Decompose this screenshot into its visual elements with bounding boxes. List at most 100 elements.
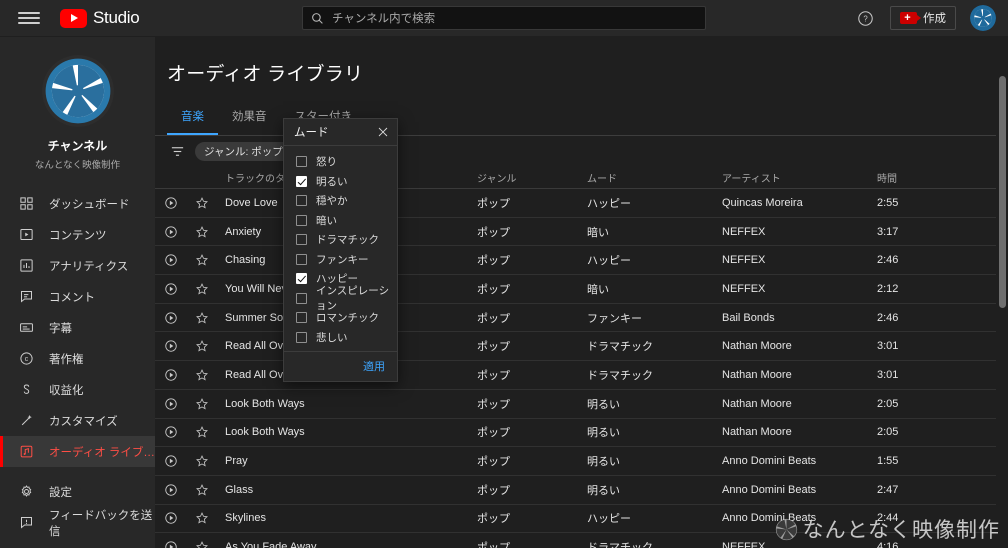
table-row[interactable]: Glassポップ明るいAnno Domini Beats2:472022年6月 [155,476,1008,505]
track-duration: 2:12 [877,282,899,295]
track-duration: 4:16 [877,541,899,548]
apply-button[interactable]: 適用 [363,358,385,374]
header-genre[interactable]: ジャンル [477,170,587,185]
play-circle-icon[interactable] [155,454,187,468]
table-row[interactable]: As You Fade AwayポップドラマチックNEFFEX4:162022年… [155,533,1008,548]
subtitles-icon [18,319,35,336]
table-row[interactable]: Look Both Waysポップ明るいNathan Moore2:052022… [155,390,1008,419]
sidebar-item-dashboard[interactable]: ダッシュボード [0,188,155,219]
play-circle-icon[interactable] [155,311,187,325]
play-circle-icon[interactable] [155,253,187,267]
page-scrollbar[interactable] [996,74,1008,548]
star-outline-icon[interactable] [187,282,217,296]
star-outline-icon[interactable] [187,454,217,468]
track-artist: Nathan Moore [722,426,792,439]
star-outline-icon[interactable] [187,311,217,325]
mood-option-checkbox[interactable] [296,195,307,207]
sidebar-item-monetization[interactable]: 収益化 [0,374,155,405]
track-artist: Nathan Moore [722,340,792,353]
header-duration[interactable]: 時間 [877,170,997,185]
help-circle-icon[interactable]: ? [854,7,876,29]
track-duration: 3:01 [877,340,899,353]
mood-option[interactable]: 穏やか [284,191,397,211]
hamburger-icon[interactable] [18,7,40,29]
track-title: Look Both Ways [225,397,305,410]
mood-option-checkbox[interactable] [296,234,307,246]
mood-option[interactable]: 明るい [284,172,397,192]
mood-option-checkbox[interactable] [296,253,307,265]
close-icon[interactable] [376,126,389,139]
play-circle-icon[interactable] [155,225,187,239]
play-circle-icon[interactable] [155,511,187,525]
star-outline-icon[interactable] [187,339,217,353]
mood-option-checkbox[interactable] [296,312,307,324]
play-circle-icon[interactable] [155,196,187,210]
sidebar-item-analytics[interactable]: アナリティクス [0,250,155,281]
mood-option-checkbox[interactable] [296,156,307,168]
sidebar-item-subtitles[interactable]: 字幕 [0,312,155,343]
play-circle-icon[interactable] [155,397,187,411]
mood-option[interactable]: 悲しい [284,328,397,348]
play-circle-icon[interactable] [155,540,187,548]
table-row[interactable]: SkylinesポップハッピーAnno Domini Beats2:442022… [155,505,1008,534]
sidebar-item-comments[interactable]: コメント [0,281,155,312]
track-duration: 2:46 [877,311,899,324]
studio-brand-logo[interactable]: Studio [60,8,140,28]
mood-option[interactable]: 暗い [284,211,397,231]
avatar[interactable] [970,5,996,31]
header-artist[interactable]: アーティスト [722,170,877,185]
mood-option-checkbox[interactable] [296,214,307,226]
star-outline-icon[interactable] [187,253,217,267]
star-outline-icon[interactable] [187,196,217,210]
track-artist: Nathan Moore [722,397,792,410]
table-row[interactable]: Prayポップ明るいAnno Domini Beats1:552022年6月 [155,447,1008,476]
sidebar-item-audio-library[interactable]: オーディオ ライブ… [0,436,155,467]
play-circle-icon[interactable] [155,282,187,296]
track-title: Pray [225,455,248,468]
play-circle-icon[interactable] [155,339,187,353]
sidebar-item-customize[interactable]: カスタマイズ [0,405,155,436]
tab-music[interactable]: 音楽 [167,108,218,135]
search-input[interactable]: チャンネル内で検索 [302,6,706,30]
create-button[interactable]: 作成 [890,6,956,30]
mood-option-checkbox[interactable] [296,273,307,285]
filter-lines-icon[interactable] [169,144,185,160]
table-row[interactable]: Look Both Waysポップ明るいNathan Moore2:052022… [155,419,1008,448]
sidebar-item-settings[interactable]: 設定 [0,476,155,507]
play-circle-icon[interactable] [155,483,187,497]
track-duration: 2:46 [877,254,899,267]
star-outline-icon[interactable] [187,483,217,497]
mood-option-checkbox[interactable] [296,331,307,343]
star-outline-icon[interactable] [187,397,217,411]
mood-option-checkbox[interactable] [296,175,307,187]
sidebar-item-feedback[interactable]: フィードバックを送信 [0,507,155,538]
star-outline-icon[interactable] [187,368,217,382]
sidebar-item-content[interactable]: コンテンツ [0,219,155,250]
star-outline-icon[interactable] [187,425,217,439]
brand-label: Studio [93,8,140,27]
play-circle-icon[interactable] [155,368,187,382]
scrollbar-thumb[interactable] [999,76,1006,308]
track-duration: 1:55 [877,455,899,468]
sidebar-item-label: 収益化 [49,384,84,397]
star-outline-icon[interactable] [187,511,217,525]
play-circle-icon[interactable] [155,425,187,439]
sidebar-item-copyright[interactable]: c 著作権 [0,343,155,374]
sidebar-item-label: アナリティクス [49,260,129,273]
star-outline-icon[interactable] [187,540,217,548]
mood-option-label: 悲しい [316,331,348,344]
header-mood[interactable]: ムード [587,170,722,185]
star-outline-icon[interactable] [187,225,217,239]
tab-sound-effects[interactable]: 効果音 [218,108,281,135]
sidebar-item-label: フィードバックを送信 [49,509,153,538]
channel-name: なんとなく映像制作 [34,160,121,171]
mood-option-checkbox[interactable] [296,292,307,304]
search-icon [312,12,323,24]
channel-avatar-shutter-icon[interactable] [41,55,114,127]
track-genre: ポップ [477,312,510,325]
track-artist: Nathan Moore [722,368,792,381]
mood-option[interactable]: インスピレーション [284,285,397,312]
mood-option[interactable]: 怒り [284,152,397,172]
mood-option[interactable]: ファンキー [284,250,397,270]
mood-option[interactable]: ドラマチック [284,230,397,250]
